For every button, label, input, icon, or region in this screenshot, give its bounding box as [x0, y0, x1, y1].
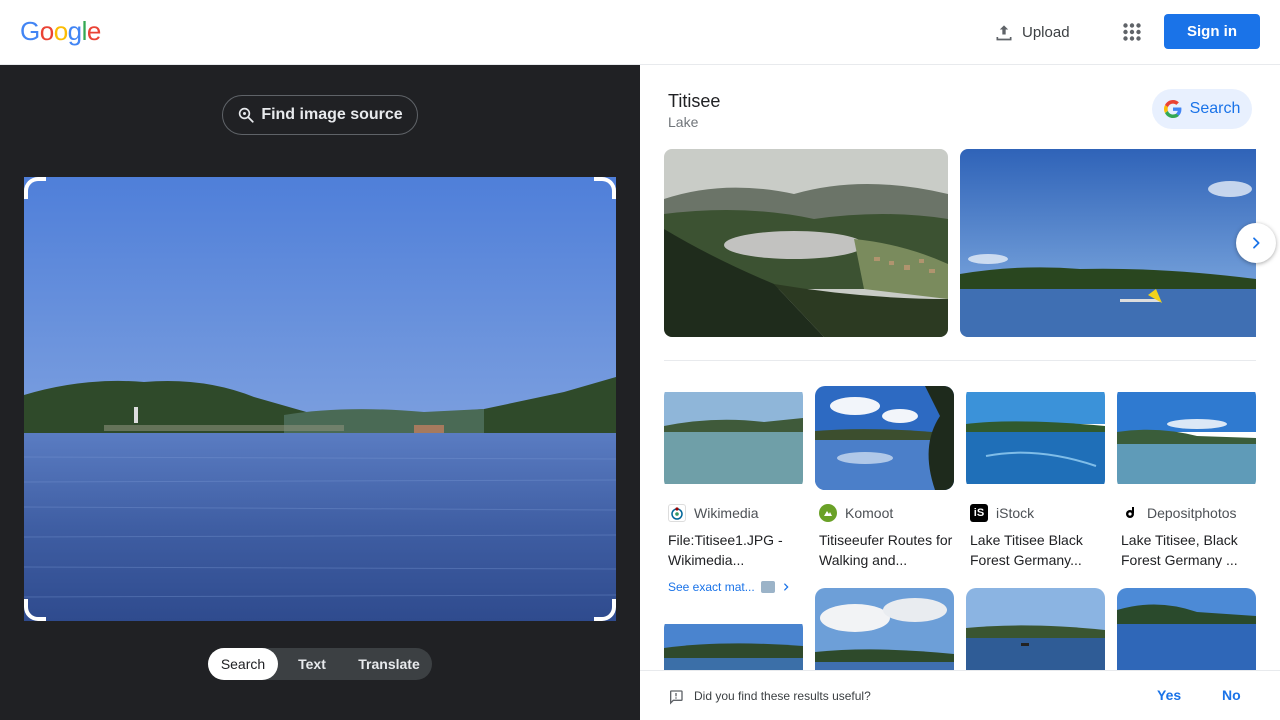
result-thumbnail[interactable]: [664, 386, 803, 490]
feedback-no-button[interactable]: No: [1222, 687, 1241, 703]
entity-title[interactable]: Titisee: [668, 91, 720, 112]
upload-icon: [996, 25, 1012, 41]
titisee-lake-photo: [960, 149, 1256, 337]
google-logo[interactable]: Google: [20, 16, 101, 47]
feedback-icon: [670, 690, 683, 705]
entity-image[interactable]: [960, 149, 1256, 337]
tab-translate[interactable]: Translate: [346, 648, 432, 680]
tab-search[interactable]: Search: [208, 648, 278, 680]
section-divider: [664, 360, 1256, 361]
results-pane: Titisee Lake Search Wikimedia File:Titis…: [640, 65, 1280, 720]
depositphotos-icon: [1121, 504, 1139, 522]
entity-image[interactable]: [664, 149, 948, 337]
result-source: Komoot: [845, 505, 894, 521]
result-thumbnail[interactable]: [966, 386, 1105, 490]
result-thumbnail[interactable]: [1117, 386, 1256, 490]
apps-button[interactable]: [1116, 16, 1148, 48]
result-source: iStock: [996, 505, 1035, 521]
entity-search-button[interactable]: Search: [1152, 89, 1252, 129]
top-bar: Google Upload Sign in: [0, 0, 1280, 65]
query-image[interactable]: [24, 177, 616, 621]
lens-mode-tabs: Search Text Translate: [208, 648, 432, 680]
titisee-aerial-photo: [664, 149, 948, 337]
istock-icon: iS: [970, 504, 988, 522]
query-image-pane: Find image source Search Text Translate: [0, 65, 640, 720]
result-thumbnail[interactable]: [815, 386, 954, 490]
chevron-right-icon: [783, 583, 789, 591]
result-title[interactable]: Titiseeufer Routes for Walking and...: [815, 530, 954, 570]
see-exact-matches-link[interactable]: See exact mat...: [664, 580, 803, 594]
feedback-bar: Did you find these results useful? Yes N…: [640, 670, 1280, 720]
upload-button[interactable]: Upload: [986, 14, 1078, 50]
visual-match-card[interactable]: Depositphotos Lake Titisee, Black Forest…: [1117, 386, 1256, 570]
visual-match-card[interactable]: Komoot Titiseeufer Routes for Walking an…: [815, 386, 954, 570]
result-title[interactable]: Lake Titisee, Black Forest Germany ...: [1117, 530, 1256, 570]
find-image-source-button[interactable]: Find image source: [222, 95, 418, 135]
lake-photo: [24, 177, 616, 621]
apps-grid-icon: [1123, 23, 1141, 41]
visual-match-card[interactable]: iS iStock Lake Titisee Black Forest Germ…: [966, 386, 1105, 570]
entity-subtitle: Lake: [668, 114, 699, 130]
upload-label: Upload: [1022, 23, 1070, 41]
tab-text[interactable]: Text: [278, 648, 346, 680]
result-title[interactable]: File:Titisee1.JPG - Wikimedia...: [664, 530, 803, 570]
visual-match-card[interactable]: Wikimedia File:Titisee1.JPG - Wikimedia.…: [664, 386, 803, 594]
find-image-source-label: Find image source: [261, 106, 403, 123]
entity-search-label: Search: [1189, 100, 1241, 117]
result-source: Depositphotos: [1147, 505, 1237, 521]
result-title[interactable]: Lake Titisee Black Forest Germany...: [966, 530, 1105, 570]
lens-search-icon: [239, 107, 254, 123]
chevron-right-icon: [1253, 237, 1260, 249]
crop-handle-top-left[interactable]: [24, 177, 46, 199]
result-source: Wikimedia: [694, 505, 759, 521]
google-g-icon: [1163, 100, 1182, 118]
feedback-question: Did you find these results useful?: [694, 689, 871, 703]
thumbnail-mini-icon: [760, 581, 775, 593]
see-exact-label: See exact mat...: [668, 580, 755, 594]
wikimedia-icon: [668, 504, 686, 522]
next-images-button[interactable]: [1236, 223, 1276, 263]
feedback-yes-button[interactable]: Yes: [1157, 687, 1181, 703]
komoot-icon: [819, 504, 837, 522]
sign-in-button[interactable]: Sign in: [1164, 14, 1260, 49]
